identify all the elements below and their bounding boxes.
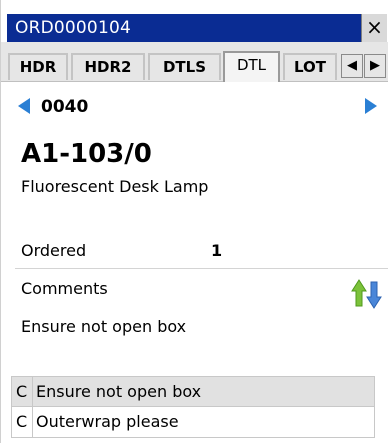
tab-lot[interactable]: LOT	[283, 53, 337, 80]
title-bar: ORD0000104 ×	[1, 0, 388, 42]
tab-bar: HDR HDR2 DTLS DTL LOT ◀ ▶	[1, 42, 388, 82]
left-arrow-icon[interactable]	[18, 98, 30, 114]
item-description: Fluorescent Desk Lamp	[21, 177, 209, 196]
ordered-label: Ordered	[21, 241, 87, 260]
item-code: A1-103/0	[21, 139, 152, 169]
divider	[15, 268, 388, 269]
close-icon: ×	[366, 15, 383, 39]
chevron-left-icon: ◀	[347, 58, 357, 73]
comment-type: C	[16, 412, 28, 431]
tab-scroll-right-button[interactable]: ▶	[364, 54, 386, 78]
screen: ORD0000104 × HDR HDR2 DTLS DTL LOT ◀ ▶ 0…	[0, 0, 388, 443]
comment-type: C	[16, 382, 28, 401]
tab-dtls[interactable]: DTLS	[148, 53, 221, 80]
right-arrow-icon[interactable]	[365, 98, 377, 114]
close-button[interactable]: ×	[361, 14, 387, 42]
list-item[interactable]: C Outerwrap please	[12, 407, 374, 437]
cell-divider	[32, 407, 33, 437]
tab-hdr[interactable]: HDR	[8, 53, 68, 80]
tab-hdr2[interactable]: HDR2	[71, 53, 145, 80]
cell-divider	[32, 377, 33, 407]
title-strip: ORD0000104 ×	[7, 14, 387, 42]
comment-text: Outerwrap please	[36, 412, 179, 431]
tab-scroll-left-button[interactable]: ◀	[341, 54, 363, 78]
comments-label: Comments	[21, 279, 108, 298]
line-number: 0040	[41, 97, 89, 117]
chevron-right-icon: ▶	[370, 58, 380, 73]
sort-up-down-icon[interactable]	[351, 278, 383, 310]
comments-list: C Ensure not open box C Outerwrap please	[11, 376, 375, 438]
current-comment: Ensure not open box	[21, 317, 187, 336]
list-item[interactable]: C Ensure not open box	[12, 377, 374, 407]
ordered-value: 1	[211, 241, 223, 260]
window-title: ORD0000104	[15, 18, 131, 38]
comment-text: Ensure not open box	[36, 382, 202, 401]
tab-dtl[interactable]: DTL	[223, 51, 280, 82]
